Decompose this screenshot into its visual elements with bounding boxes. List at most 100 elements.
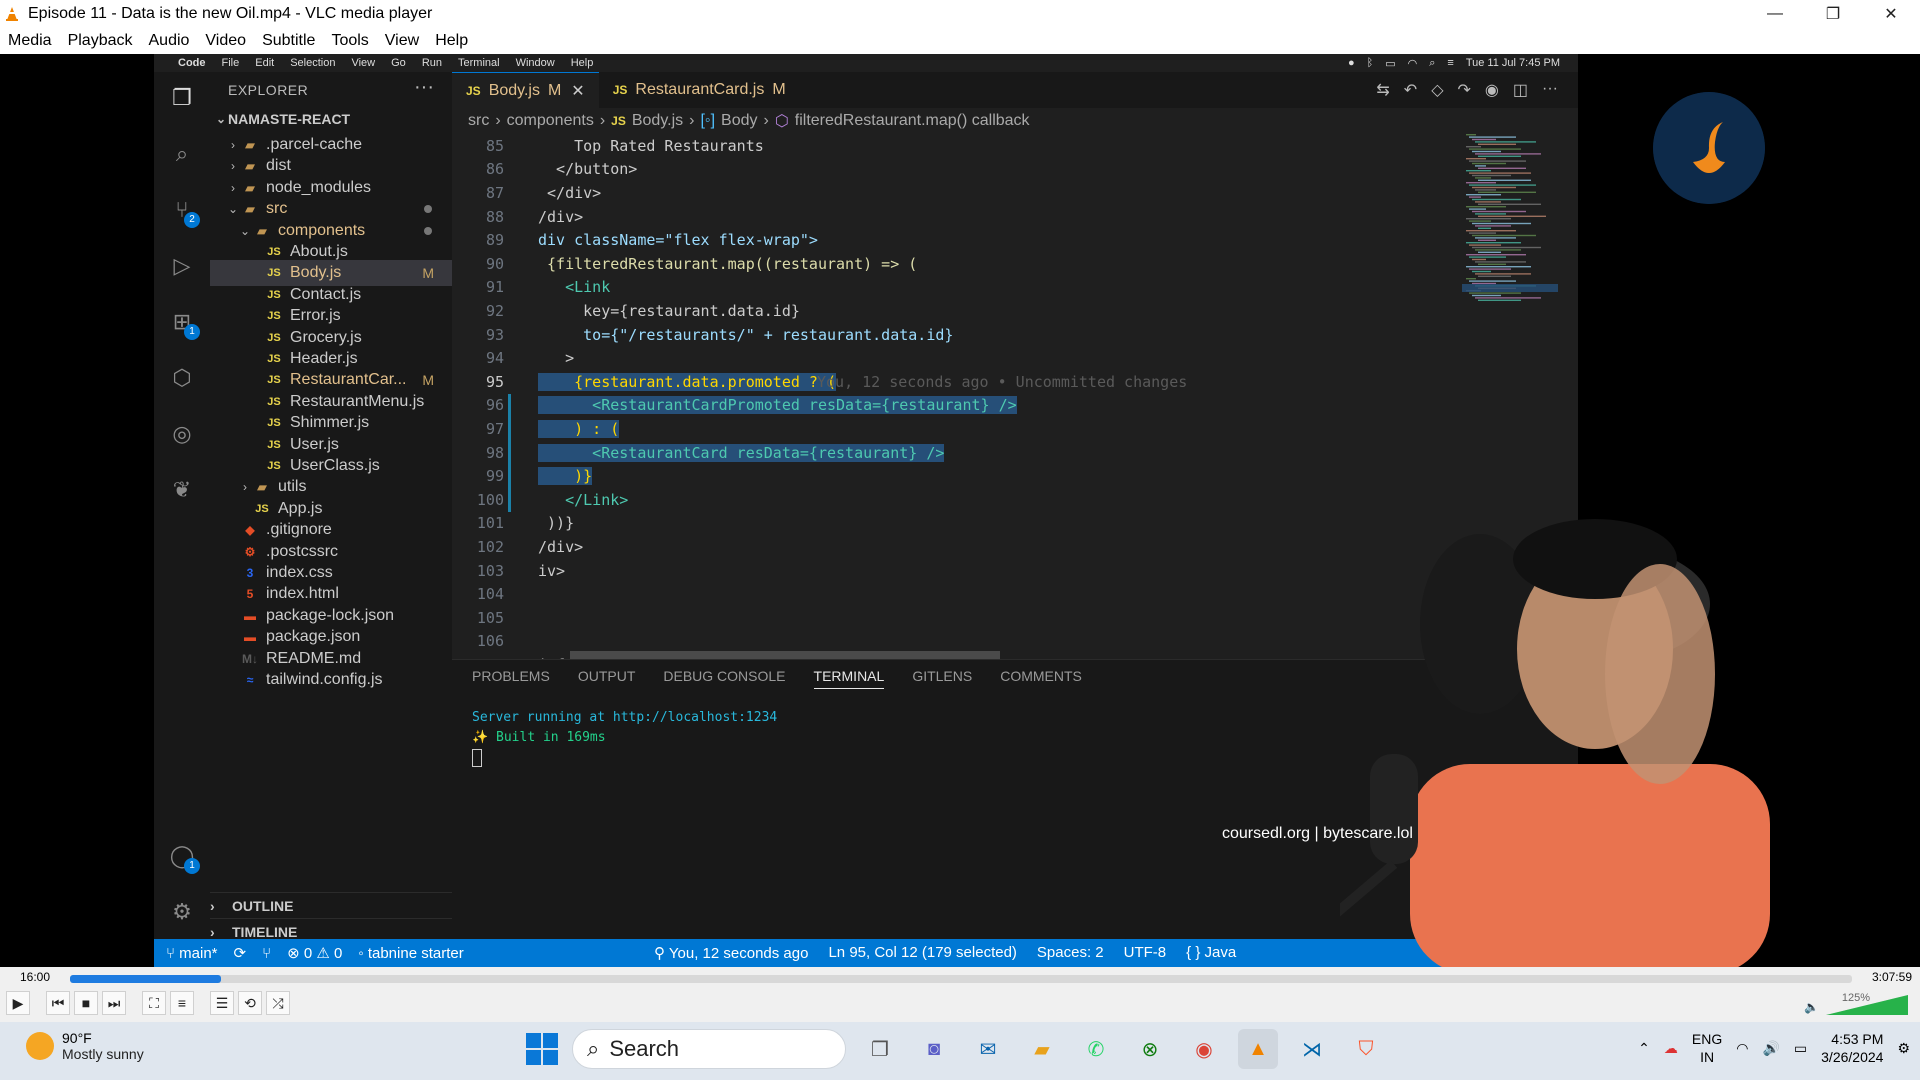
explorer-item[interactable]: ≈ tailwind.config.js — [210, 667, 452, 693]
next-button[interactable]: ⏭ — [102, 991, 126, 1015]
menu-tools[interactable]: Tools — [323, 32, 376, 50]
notifications-icon[interactable]: ⚙ — [1897, 1040, 1910, 1057]
menu-audio[interactable]: Audio — [141, 32, 198, 50]
volume-slider[interactable]: 🔈 — [1804, 991, 1914, 1017]
playlist-button[interactable]: ☰ — [210, 991, 234, 1015]
teams-chat-icon[interactable]: ◙ — [914, 1029, 954, 1069]
menu-view[interactable]: View — [377, 32, 427, 50]
breadcrumb-components[interactable]: components — [507, 112, 594, 130]
accounts-badge: 1 — [184, 858, 200, 874]
play-button[interactable]: ▶ — [6, 991, 30, 1015]
settings-gear-icon[interactable]: ⚙ — [168, 898, 196, 926]
stop-button[interactable]: ■ — [74, 991, 98, 1015]
whatsapp-icon[interactable]: ✆ — [1076, 1029, 1116, 1069]
run-debug-icon[interactable]: ▷ — [168, 252, 196, 280]
tab-terminal[interactable]: TERMINAL — [813, 668, 885, 689]
region-code: IN — [1700, 1049, 1715, 1065]
indentation[interactable]: Spaces: 2 — [1037, 944, 1104, 962]
brave-icon[interactable]: ⛉ — [1346, 1029, 1386, 1069]
taskbar-clock[interactable]: 4:53 PM 3/26/2024 — [1821, 1030, 1883, 1066]
outline-section[interactable]: › OUTLINE — [210, 892, 452, 918]
menu-help[interactable]: Help — [427, 32, 476, 50]
menu-video[interactable]: Video — [197, 32, 254, 50]
split-editor-icon[interactable]: ◫ — [1513, 80, 1528, 100]
search-icon[interactable]: ⌕ — [168, 140, 196, 168]
project-root[interactable]: ⌄ NAMASTE-REACT — [210, 106, 452, 132]
compare-changes-icon[interactable]: ⇆ — [1376, 80, 1389, 100]
cursor-position[interactable]: Ln 95, Col 12 (179 selected) — [828, 944, 1016, 962]
remote-explorer-icon[interactable]: ⬡ — [168, 364, 196, 392]
chrome-icon[interactable]: ◉ — [1184, 1029, 1224, 1069]
code-editor[interactable]: 85 Top Rated Restaurants 86 </button> 87 <… — [452, 134, 1452, 698]
source-control-icon[interactable]: ⑂ 2 — [168, 196, 200, 228]
line-number: 106 — [476, 632, 504, 651]
tab-debug-console[interactable]: DEBUG CONSOLE — [663, 668, 785, 689]
taskbar-search[interactable]: ⌕ Search — [572, 1029, 846, 1069]
tab-gitlens[interactable]: GITLENS — [912, 668, 972, 689]
more-icon[interactable]: ··· — [1542, 80, 1558, 100]
breadcrumb-file[interactable]: Body.js — [632, 112, 683, 130]
open-changes-icon[interactable]: ◇ — [1431, 80, 1443, 100]
gitlens-icon[interactable]: ◎ — [168, 420, 196, 448]
loop-button[interactable]: ⟲ — [238, 991, 262, 1015]
mongodb-leaf-icon[interactable]: ❦ — [168, 476, 196, 504]
task-view-icon[interactable]: ❐ — [860, 1029, 900, 1069]
volume-icon[interactable]: 🔊 — [1762, 1040, 1779, 1057]
language-indicator[interactable]: ENG IN — [1692, 1030, 1722, 1066]
terminal-output[interactable]: Server running at http://localhost:1234 … — [472, 708, 777, 768]
go-forward-icon[interactable]: ↷ — [1458, 80, 1471, 100]
git-branch[interactable]: ⑂ main* — [166, 945, 218, 962]
battery-icon[interactable]: ▭ — [1794, 1040, 1807, 1057]
timeline-label: TIMELINE — [232, 923, 298, 940]
blame-status[interactable]: ⚲ You, 12 seconds ago — [654, 944, 808, 962]
more-actions-icon[interactable]: ··· — [414, 76, 434, 99]
shuffle-button[interactable]: ⤮ — [266, 991, 290, 1015]
menu-media[interactable]: Media — [0, 32, 60, 50]
onedrive-error-icon[interactable]: ☁ — [1664, 1040, 1678, 1057]
explorer-item-label: .parcel-cache — [266, 136, 363, 153]
vlc-taskbar-icon[interactable]: ▲ — [1238, 1029, 1278, 1069]
gitlens-toggle-icon[interactable]: ◉ — [1485, 80, 1499, 100]
tabnine-status[interactable]: ◦ tabnine starter — [358, 945, 463, 962]
xbox-icon[interactable]: ⊗ — [1130, 1029, 1170, 1069]
tray-chevron-icon[interactable]: ⌃ — [1638, 1040, 1650, 1057]
tab-restaurantcard-js[interactable]: JS RestaurantCard.js M — [599, 72, 800, 108]
encoding[interactable]: UTF-8 — [1124, 944, 1167, 962]
minimap[interactable] — [1462, 134, 1558, 314]
wifi-icon[interactable]: ◠ — [1736, 1040, 1748, 1057]
previous-button[interactable]: ⏮ — [46, 991, 70, 1015]
mac-menu-bar: Code File Edit Selection View Go Run Ter… — [154, 54, 1578, 72]
breadcrumb-src[interactable]: src — [468, 112, 489, 130]
seek-bar[interactable] — [70, 975, 1852, 983]
breadcrumb-symbol[interactable]: Body — [721, 112, 757, 130]
minimize-button[interactable]: — — [1746, 0, 1804, 28]
video-area[interactable]: Code File Edit Selection View Go Run Ter… — [0, 54, 1920, 967]
problems-count[interactable]: ⊗ 0 ⚠ 0 — [287, 944, 342, 962]
close-button[interactable]: ✕ — [1862, 0, 1920, 28]
vscode-taskbar-icon[interactable]: ⋊ — [1292, 1029, 1332, 1069]
accounts-icon[interactable]: ◯ 1 — [168, 842, 200, 874]
weather-widget[interactable]: 90°F Mostly sunny — [26, 1030, 144, 1062]
menu-playback[interactable]: Playback — [60, 32, 141, 50]
tab-output[interactable]: OUTPUT — [578, 668, 636, 689]
go-back-icon[interactable]: ↶ — [1404, 80, 1417, 100]
menu-subtitle[interactable]: Subtitle — [254, 32, 323, 50]
js-file-icon: JS — [612, 83, 628, 97]
breadcrumb-callback[interactable]: filteredRestaurant.map() callback — [795, 112, 1030, 130]
restore-button[interactable]: ❐ — [1804, 0, 1862, 28]
language-mode[interactable]: { } Java — [1186, 944, 1236, 962]
tab-comments[interactable]: COMMENTS — [1000, 668, 1082, 689]
close-tab-icon[interactable]: ✕ — [571, 81, 584, 101]
tab-problems[interactable]: PROBLEMS — [472, 668, 550, 689]
sync-icon[interactable]: ⟳ — [234, 944, 247, 962]
file-explorer-icon[interactable]: ▰ — [1022, 1029, 1062, 1069]
extensions-icon[interactable]: ⊞ 1 — [168, 308, 200, 340]
windows-start-icon[interactable] — [526, 1033, 558, 1065]
tab-body-js[interactable]: JS Body.js M ✕ — [452, 72, 599, 108]
explorer-icon[interactable]: ❐ — [168, 84, 196, 112]
publish-icon[interactable]: ⑂ — [262, 945, 271, 962]
line-number: 95 — [485, 372, 504, 391]
fullscreen-button[interactable]: ⛶ — [142, 991, 166, 1015]
mail-icon[interactable]: ✉ — [968, 1029, 1008, 1069]
extended-settings-button[interactable]: ≡ — [170, 991, 194, 1015]
